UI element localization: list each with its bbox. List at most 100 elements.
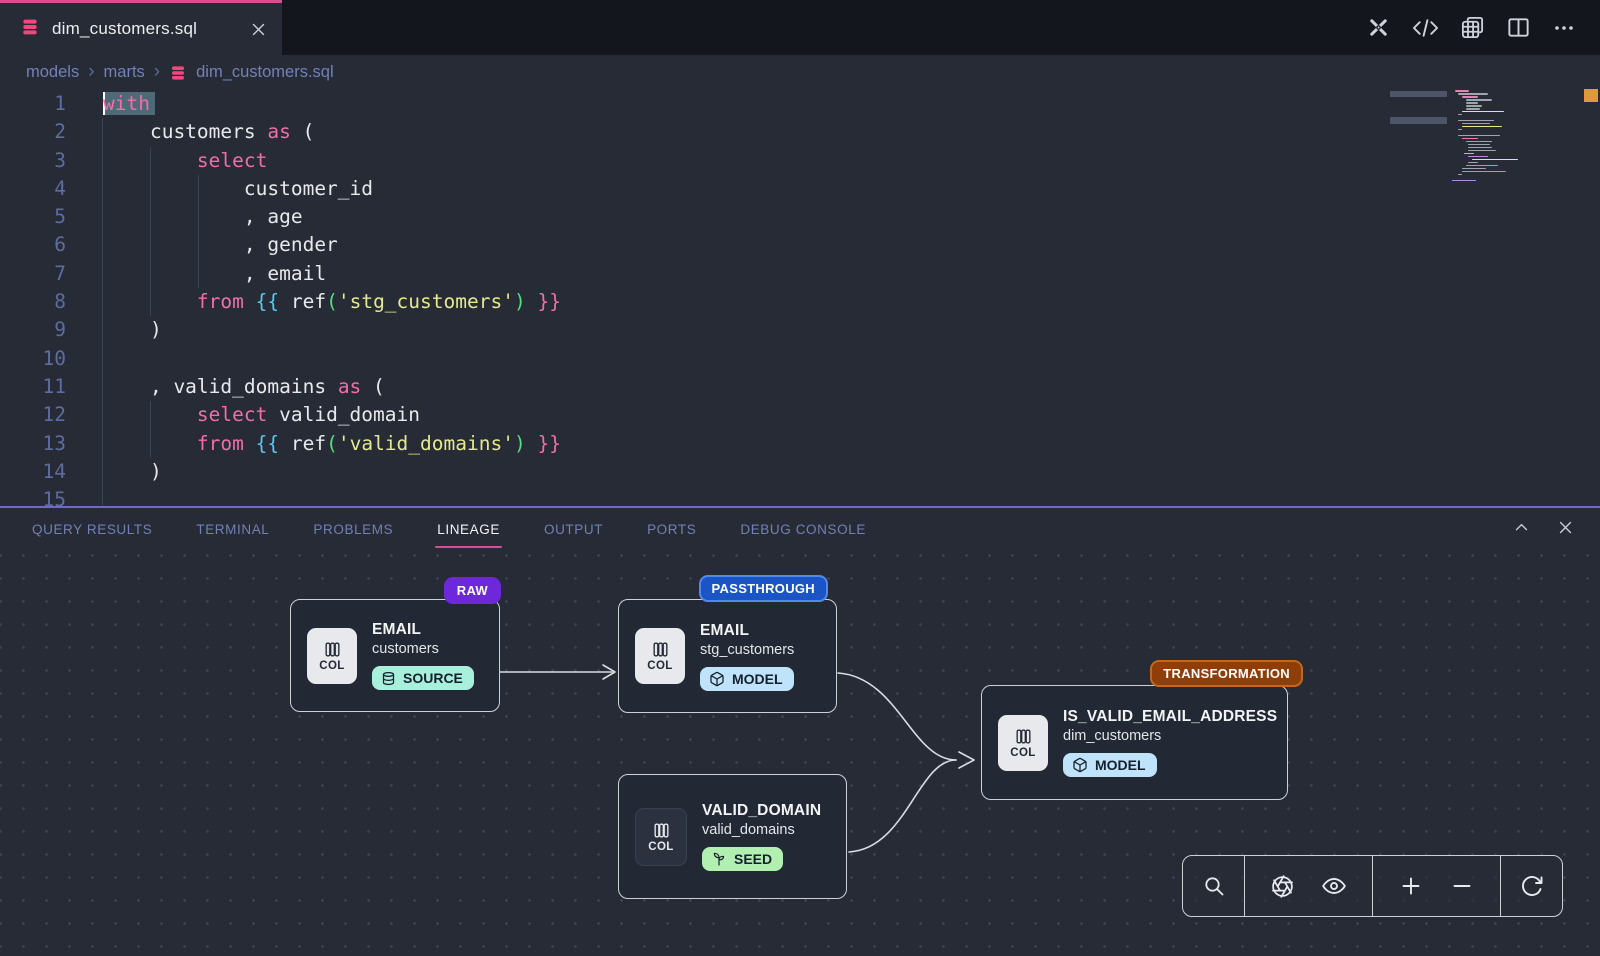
line-number: 7 [0,260,66,288]
minimap-line [1452,129,1534,131]
minimap-line [1452,132,1534,134]
type-badge-seed[interactable]: SEED [702,847,783,871]
refresh-icon[interactable] [1520,874,1544,898]
breadcrumb-item-marts[interactable]: marts [104,63,145,82]
code-line[interactable]: 15 [0,486,1600,506]
panel-tab-ports[interactable]: PORTS [647,518,696,541]
code-token [103,432,197,455]
code-line[interactable]: 3 select [0,147,1600,175]
node-title: VALID_DOMAIN [702,802,821,820]
code-token: select [197,403,267,426]
code-token: valid_domain [267,403,420,426]
column-chip[interactable]: COL [635,808,687,866]
more-actions-icon[interactable] [1552,16,1576,40]
code-token: 'stg_customers' [338,290,514,313]
code-line[interactable]: 2 customers as ( [0,118,1600,146]
code-token: select [197,149,267,172]
code-token: as [267,120,290,143]
aperture-icon[interactable] [1270,874,1295,899]
code-token [526,432,538,455]
code-line[interactable]: 5 , age [0,203,1600,231]
split-editor-icon[interactable] [1506,15,1531,40]
code-line[interactable]: 14 ) [0,458,1600,486]
eye-icon[interactable] [1321,873,1347,899]
code-line[interactable]: 12 select valid_domain [0,401,1600,429]
code-icon[interactable] [1412,17,1439,39]
code-token: ( [291,120,314,143]
minimap-line [1452,99,1534,101]
code-line[interactable]: 1with [0,90,1600,118]
panel-tab-lineage[interactable]: LINEAGE [437,518,500,541]
code-line[interactable]: 11 , valid_domains as ( [0,373,1600,401]
code-token: , age [103,205,303,228]
code-token: ) [514,432,526,455]
close-panel-icon[interactable] [1557,519,1574,541]
search-icon[interactable] [1202,874,1226,898]
type-badge-model[interactable]: MODEL [1063,753,1157,777]
column-chip[interactable]: COL [998,715,1048,771]
lineage-canvas[interactable]: RAW COL EMAIL customers SOURCE PASSTHROU… [0,553,1600,956]
minimap-line [1452,180,1534,182]
lineage-node-customers[interactable]: RAW COL EMAIL customers SOURCE [290,599,500,712]
minimap-line [1452,165,1534,167]
code-token [526,290,538,313]
minimap-line [1452,114,1534,116]
lineage-node-dim-customers[interactable]: TRANSFORMATION COL IS_VALID_EMAIL_ADDRES… [981,685,1288,800]
ide-window: dim_customers.sql models › [0,0,1600,956]
column-chip[interactable]: COL [635,628,685,684]
code-token: , valid_domains [103,375,338,398]
breadcrumb-item-file[interactable]: dim_customers.sql [196,63,334,82]
minimap-line [1452,117,1534,119]
selected-token: with [103,92,155,115]
panel-tab-output[interactable]: OUTPUT [544,518,603,541]
panel-tab-problems[interactable]: PROBLEMS [313,518,393,541]
type-badge-model[interactable]: MODEL [700,667,794,691]
columns-icon [323,640,342,659]
code-line[interactable]: 8 from {{ ref('stg_customers') }} [0,288,1600,316]
code-line[interactable]: 6 , gender [0,231,1600,259]
line-number: 12 [0,401,66,429]
code-line[interactable]: 13 from {{ ref('valid_domains') }} [0,430,1600,458]
code-line[interactable]: 10 [0,345,1600,373]
columns-icon [652,821,671,840]
tab-dim-customers[interactable]: dim_customers.sql [0,0,282,55]
columns-icon [1014,727,1033,746]
lineage-node-stg-customers[interactable]: PASSTHROUGH COL EMAIL stg_customers MODE… [618,599,837,713]
code-editor[interactable]: 1with2 customers as (3 select4 customer_… [0,89,1600,506]
code-token: ( [326,290,338,313]
zoom-in-icon[interactable] [1399,874,1423,898]
line-number: 13 [0,430,66,458]
code-line[interactable]: 4 customer_id [0,175,1600,203]
copy-table-icon[interactable] [1460,15,1485,40]
column-chip[interactable]: COL [307,628,357,684]
code-token: ( [326,432,338,455]
line-number: 14 [0,458,66,486]
minimap-line [1452,153,1534,155]
minimap-line [1452,141,1534,143]
code-token: from [197,290,244,313]
panel-tab-query-results[interactable]: QUERY RESULTS [32,518,152,541]
code-line[interactable]: 7 , email [0,260,1600,288]
type-badge-source[interactable]: SOURCE [372,666,474,690]
minimap[interactable] [1452,90,1534,174]
panel-tab-debug-console[interactable]: DEBUG CONSOLE [740,518,866,541]
collapse-panel-icon[interactable] [1513,519,1530,541]
minimap-viewport-mark [1390,91,1447,97]
node-title: EMAIL [372,621,474,639]
dbt-icon[interactable] [1366,15,1391,40]
code-token: as [338,375,361,398]
bottom-panel: QUERY RESULTS TERMINAL PROBLEMS LINEAGE OUTP… [0,506,1600,956]
minimap-line [1452,126,1534,128]
node-subtitle: stg_customers [700,642,794,658]
code-token [103,149,197,172]
line-number: 15 [0,486,66,506]
close-tab-icon[interactable] [251,22,266,37]
code-line[interactable]: 9 ) [0,316,1600,344]
panel-header: QUERY RESULTS TERMINAL PROBLEMS LINEAGE OUTP… [0,508,1600,551]
lineage-node-valid-domains[interactable]: COL VALID_DOMAIN valid_domains SEED [618,774,847,899]
zoom-out-icon[interactable] [1450,874,1474,898]
panel-tab-terminal[interactable]: TERMINAL [196,518,269,541]
minimap-line [1452,144,1534,146]
minimap-line [1452,168,1534,170]
breadcrumb-item-models[interactable]: models [26,63,79,82]
